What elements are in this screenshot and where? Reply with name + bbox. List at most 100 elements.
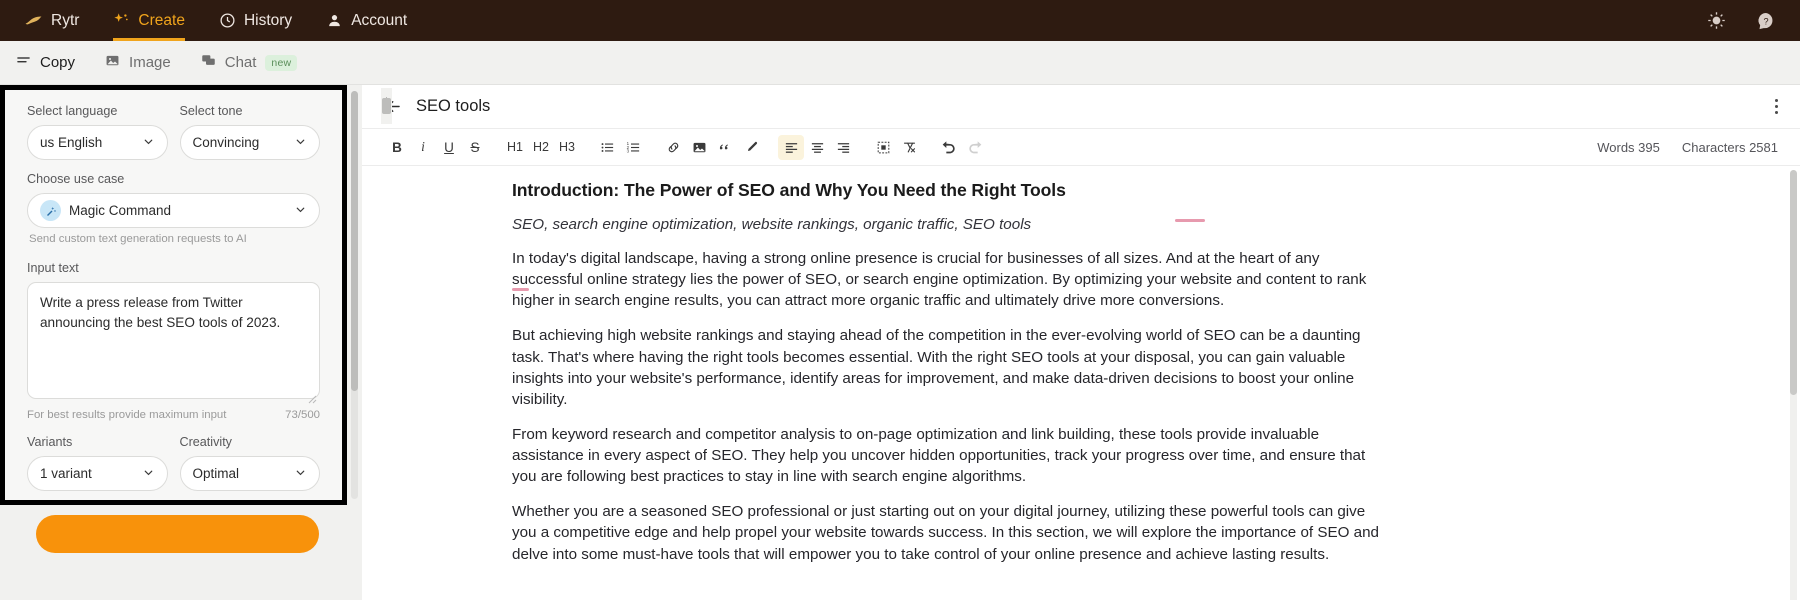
generate-button[interactable] [36,515,319,553]
document-paragraph: Whether you are a seasoned SEO professio… [512,503,1379,563]
numbered-list-button[interactable]: 123 [620,135,646,160]
word-count-label: Words 395 [1597,139,1660,155]
use-case-select[interactable]: Magic Command [27,193,320,228]
bullet-list-button[interactable] [594,135,620,160]
tab-image[interactable]: Image [105,41,171,85]
nav-item-history[interactable]: History [219,0,292,41]
language-value: us English [40,135,103,150]
clock-history-icon [219,12,236,29]
creativity-field: Creativity Optimal [179,435,320,491]
magic-wand-icon [40,200,61,221]
use-case-field: Choose use case Magic Command Send custo… [27,172,320,245]
quote-button[interactable] [712,135,738,160]
undo-button[interactable] [936,135,962,160]
top-nav-actions: ? [1707,11,1776,31]
heading-1-button[interactable]: H1 [502,135,528,160]
clear-format-button[interactable] [896,135,922,160]
tab-chat[interactable]: Chat new [201,41,298,85]
underline-button[interactable]: U [436,135,462,160]
kebab-menu-icon[interactable] [1774,98,1778,115]
heading-2-button[interactable]: H2 [528,135,554,160]
creativity-label: Creativity [179,435,232,449]
nav-item-create[interactable]: Create [113,0,185,41]
image-button[interactable] [686,135,712,160]
align-center-button[interactable] [804,135,830,160]
editor-panel: SEO tools B i U S H1 H2 H3 123 Words 395… [362,85,1800,600]
left-panel-scrollbar-thumb[interactable] [351,91,358,391]
language-label: Select language [27,104,118,118]
tab-chat-badge: new [265,54,298,71]
svg-text:?: ? [1763,16,1768,26]
creativity-select[interactable]: Optimal [179,456,320,491]
tone-label: Select tone [179,104,243,118]
mode-tab-bar: Copy Image Chat new [0,41,1800,85]
chevron-down-icon [294,203,307,219]
tab-image-label: Image [129,54,171,71]
document-scrollbar[interactable] [1790,170,1797,600]
input-text-helper: For best results provide maximum input [27,409,227,421]
document-canvas[interactable]: Introduction: The Power of SEO and Why Y… [362,166,1800,600]
nav-item-account-label: Account [351,11,408,29]
language-tone-row: Select language us English Select tone C… [27,104,320,160]
person-icon [326,12,343,29]
variants-label: Variants [27,435,73,449]
nav-item-account[interactable]: Account [326,0,407,41]
image-icon [105,53,120,72]
input-text-label: Input text [27,261,79,275]
tab-chat-label: Chat [224,54,257,71]
document-paragraph: In today's digital landscape, having a s… [512,250,1367,310]
insert-block-button[interactable] [870,135,896,160]
heading-3-button[interactable]: H3 [554,135,580,160]
italic-button[interactable]: i [410,135,436,160]
align-right-button[interactable] [830,135,856,160]
document-header: SEO tools [362,85,1800,129]
svg-text:3: 3 [626,148,629,153]
input-text-area[interactable] [27,282,320,399]
chevron-down-icon [294,466,307,482]
brand-logo[interactable]: Rytr [24,0,79,41]
tone-field: Select tone Convincing [179,104,320,160]
redo-button[interactable] [962,135,988,160]
document-paragraph: From keyword research and competitor ana… [512,425,1366,486]
generation-form-panel: Select language us English Select tone C… [0,85,362,600]
link-button[interactable] [660,135,686,160]
use-case-helper: Send custom text generation requests to … [29,233,247,245]
help-icon[interactable]: ? [1756,11,1776,31]
tab-copy-label: Copy [40,54,76,71]
document-content[interactable]: Introduction: The Power of SEO and Why Y… [512,166,1392,579]
language-field: Select language us English [27,104,168,160]
strikethrough-button[interactable]: S [462,135,488,160]
input-text-meta: For best results provide maximum input 7… [27,409,320,421]
bold-button[interactable]: B [384,135,410,160]
tab-copy[interactable]: Copy [16,41,75,85]
language-select[interactable]: us English [27,125,168,160]
input-text-field: Input text For best results provide maxi… [27,261,320,421]
panel-scroll-arrow-region[interactable] [381,88,392,124]
document-paragraph: But achieving high website rankings and … [512,327,1361,408]
left-panel-scrollbar[interactable] [351,91,358,499]
creativity-value: Optimal [192,466,240,481]
input-text-counter: 73/500 [285,409,320,421]
document-keywords: SEO, search engine optimization, website… [512,216,1032,233]
use-case-label: Choose use case [27,172,125,186]
document-scrollbar-thumb[interactable] [1790,170,1797,395]
variants-field: Variants 1 variant [27,435,168,491]
highlighter-button[interactable] [738,135,764,160]
chat-icon [201,53,216,72]
document-title: SEO tools [416,97,491,115]
variants-select[interactable]: 1 variant [27,456,168,491]
use-case-value: Magic Command [69,203,172,218]
rytr-logo-icon [24,11,43,30]
panel-scroll-thumb[interactable] [382,98,391,114]
editor-toolbar: B i U S H1 H2 H3 123 Words 395 Character… [362,129,1800,166]
align-left-button[interactable] [778,134,804,160]
top-nav-items: Rytr Create History Account [24,0,407,41]
document-heading: Introduction: The Power of SEO and Why Y… [512,180,1066,200]
generation-form-card: Select language us English Select tone C… [0,85,347,505]
variants-creativity-row: Variants 1 variant Creativity Optimal [27,435,320,491]
tone-select[interactable]: Convincing [179,125,320,160]
theme-toggle-icon[interactable] [1707,11,1726,30]
nav-item-history-label: History [243,11,293,29]
variants-value: 1 variant [40,466,92,481]
chevron-down-icon [142,466,155,482]
